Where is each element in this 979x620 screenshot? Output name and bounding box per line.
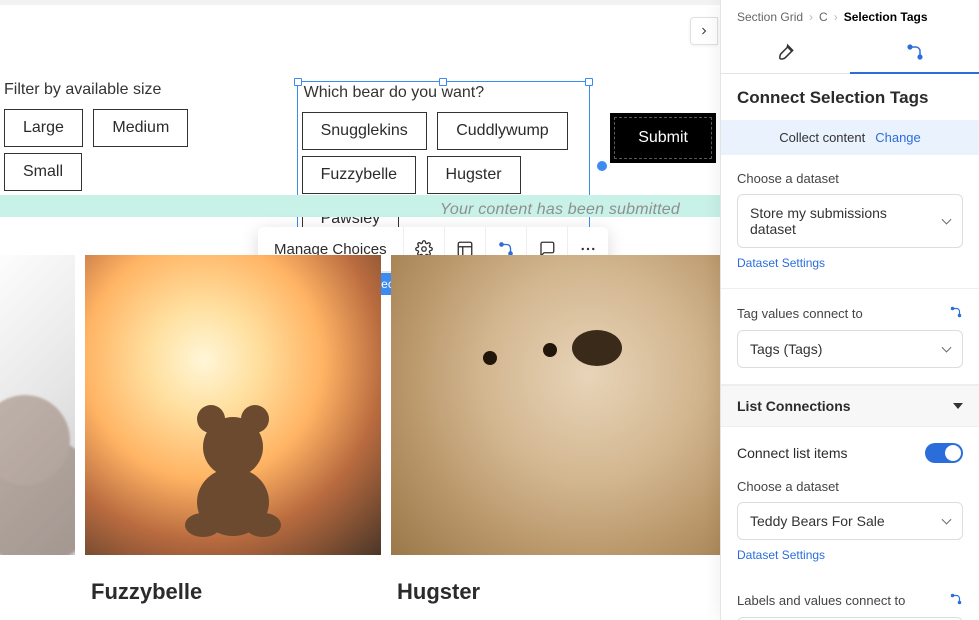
breadcrumb-item[interactable]: Section Grid bbox=[737, 10, 803, 24]
bind-icon[interactable] bbox=[949, 592, 963, 609]
teddy-bear-silhouette-icon bbox=[173, 397, 293, 537]
caret-down-icon bbox=[953, 403, 963, 409]
collect-mode-strip: Collect content Change bbox=[721, 120, 979, 155]
product-card[interactable]: Fuzzybelle bbox=[85, 255, 381, 605]
dataset-section: Choose a dataset Store my submissions da… bbox=[721, 155, 979, 289]
breadcrumb: Section Grid › C › Selection Tags bbox=[721, 0, 979, 30]
inspector-panel: Section Grid › C › Selection Tags Connec… bbox=[720, 0, 979, 620]
product-title: Hugster bbox=[391, 579, 720, 605]
panel-heading: Connect Selection Tags bbox=[721, 74, 979, 120]
submit-wrapper: Submit bbox=[610, 81, 716, 163]
tag-values-select[interactable]: Tags (Tags) bbox=[737, 330, 963, 368]
collapse-panel-toggle[interactable] bbox=[690, 17, 718, 45]
list-dataset-select[interactable]: Teddy Bears For Sale bbox=[737, 502, 963, 540]
bear-selection-group[interactable]: Which bear do you want? Snugglekins Cudd… bbox=[297, 81, 591, 251]
tab-connect[interactable] bbox=[850, 30, 979, 73]
resize-handle[interactable] bbox=[585, 78, 593, 86]
product-card[interactable]: Hugster bbox=[391, 255, 720, 605]
field-label: Labels and values connect to bbox=[737, 592, 963, 609]
chevron-right-icon: › bbox=[809, 10, 813, 24]
dataset-settings-link[interactable]: Dataset Settings bbox=[737, 256, 825, 270]
bear-option[interactable]: Fuzzybelle bbox=[302, 156, 416, 194]
connect-list-items-row: Connect list items bbox=[721, 427, 979, 479]
product-title: Fuzzybelle bbox=[85, 579, 381, 605]
editor-canvas: Filter by available size Large Medium Sm… bbox=[0, 5, 720, 620]
list-dataset-section: Choose a dataset Teddy Bears For Sale Da… bbox=[721, 479, 979, 580]
panel-tabs bbox=[721, 30, 979, 74]
bear-option[interactable]: Hugster bbox=[427, 156, 521, 194]
size-option[interactable]: Large bbox=[4, 109, 83, 147]
dataset-select[interactable]: Store my submissions dataset bbox=[737, 194, 963, 248]
dataset-settings-link[interactable]: Dataset Settings bbox=[737, 548, 825, 562]
connect-handle[interactable] bbox=[597, 161, 607, 171]
bear-option[interactable]: Cuddlywump bbox=[437, 112, 567, 150]
resize-handle[interactable] bbox=[294, 78, 302, 86]
connect-list-items-label: Connect list items bbox=[737, 445, 847, 461]
submit-button[interactable]: Submit bbox=[610, 113, 716, 163]
product-image bbox=[85, 255, 381, 555]
change-mode-link[interactable]: Change bbox=[875, 130, 921, 145]
size-option[interactable]: Medium bbox=[93, 109, 188, 147]
field-label: Choose a dataset bbox=[737, 171, 963, 186]
bear-option[interactable]: Snugglekins bbox=[302, 112, 427, 150]
field-label: Choose a dataset bbox=[737, 479, 963, 494]
labels-values-label: Labels and values connect to bbox=[737, 593, 905, 608]
tag-values-section: Tag values connect to Tags (Tags) bbox=[721, 289, 979, 385]
product-image bbox=[391, 255, 720, 555]
size-option[interactable]: Small bbox=[4, 153, 82, 191]
breadcrumb-item[interactable]: C bbox=[819, 10, 828, 24]
chevron-right-icon: › bbox=[834, 10, 838, 24]
bear-question-title: Which bear do you want? bbox=[304, 84, 586, 102]
bind-icon[interactable] bbox=[949, 305, 963, 322]
size-filter-group: Filter by available size Large Medium Sm… bbox=[4, 81, 277, 197]
brush-icon bbox=[776, 42, 796, 62]
data-connection-icon bbox=[905, 42, 925, 62]
collect-label: Collect content bbox=[779, 130, 865, 145]
labels-values-section: Labels and values connect to Name (Text) bbox=[721, 580, 979, 620]
chevron-right-icon bbox=[698, 25, 710, 37]
list-connections-label: List Connections bbox=[737, 398, 851, 414]
tab-design[interactable] bbox=[721, 30, 850, 73]
product-image bbox=[0, 255, 75, 555]
submission-message: Your content has been submitted bbox=[0, 201, 680, 219]
list-connections-header[interactable]: List Connections bbox=[721, 385, 979, 427]
connect-list-items-toggle[interactable] bbox=[925, 443, 963, 463]
breadcrumb-current: Selection Tags bbox=[844, 10, 928, 24]
size-filter-title: Filter by available size bbox=[4, 81, 277, 99]
product-grid: Fuzzybelle Hugster bbox=[0, 255, 720, 605]
field-label: Tag values connect to bbox=[737, 305, 963, 322]
product-card[interactable] bbox=[0, 255, 75, 605]
tag-values-label: Tag values connect to bbox=[737, 306, 863, 321]
resize-handle[interactable] bbox=[439, 78, 447, 86]
